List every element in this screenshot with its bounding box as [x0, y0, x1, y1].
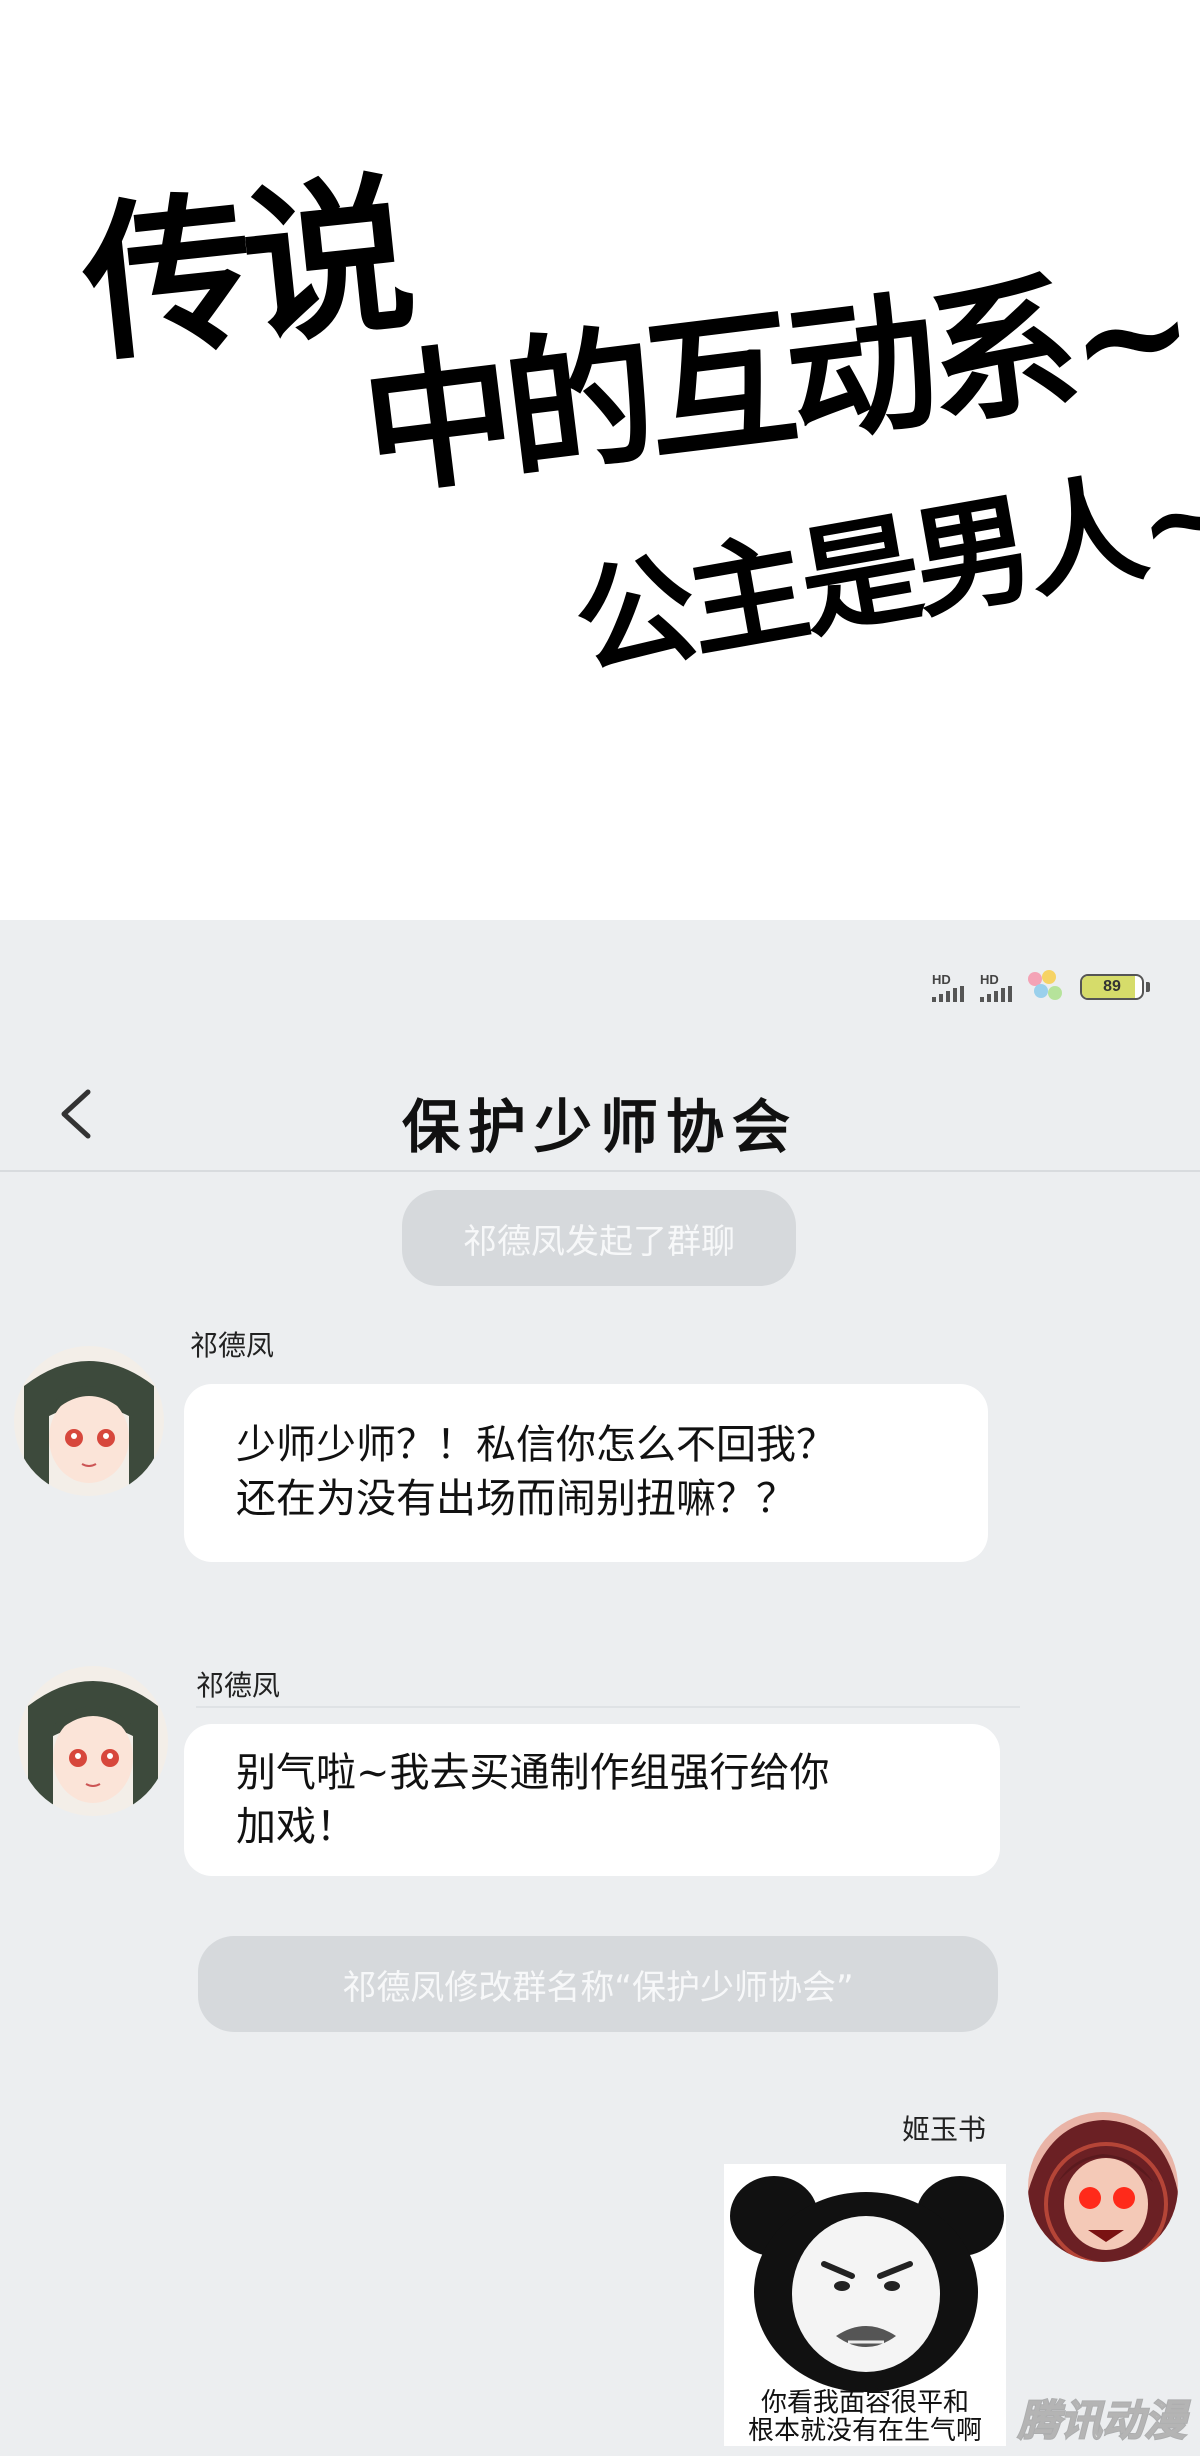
sender-name: 祁德凤: [190, 1329, 275, 1362]
battery-cap: [1146, 982, 1150, 992]
system-message-created: 祁德凤发起了群聊: [402, 1190, 796, 1286]
sticker-image[interactable]: 你看我面容很平和 根本就没有在生气啊: [724, 2164, 1006, 2446]
divider: [196, 1706, 1020, 1708]
avatar-qidefeng[interactable]: [14, 1346, 164, 1496]
chat-screen: HD HD 89 保护少师协会 祁德凤发起了群聊 祁德凤 少师少师？！私信你怎么…: [0, 920, 1200, 2456]
message-text: 还在为没有出场而闹别扭嘛？？: [236, 1476, 796, 1522]
hd-label: HD: [980, 971, 999, 987]
message-text: 别气啦~我去买通制作组强行给你: [236, 1750, 830, 1796]
system-message-rename: 祁德凤修改群名称“保护少师协会”: [198, 1936, 998, 2032]
flower-icon: [1028, 970, 1064, 1004]
hd-label: HD: [932, 971, 951, 987]
signal-bars-icon: [980, 985, 1012, 1002]
publisher-watermark: 腾讯动漫: [1017, 2395, 1187, 2446]
chat-nav-bar: 保护少师协会: [0, 1060, 1200, 1172]
chat-title: 保护少师协会: [401, 1093, 798, 1161]
battery-icon: 89: [1080, 974, 1144, 1000]
sticker-caption: 你看我面容很平和: [760, 2388, 969, 2418]
sender-name: 姬玉书: [902, 2113, 987, 2146]
sender-name: 祁德凤: [196, 1669, 281, 1702]
panda-face-sticker: [724, 2164, 1006, 2394]
battery-percent: 89: [1103, 978, 1121, 995]
message-bubble[interactable]: 别气啦~我去买通制作组强行给你 加戏！: [184, 1724, 1000, 1876]
message-bubble[interactable]: 少师少师？！私信你怎么不回我？ 还在为没有出场而闹别扭嘛？？: [184, 1384, 988, 1562]
status-bar: HD HD 89: [932, 970, 1150, 1004]
avatar-qidefeng[interactable]: [18, 1666, 168, 1816]
signal-bars-icon: [932, 985, 964, 1002]
avatar-jiyushu[interactable]: [1028, 2112, 1178, 2262]
signal-indicator-2: HD: [980, 973, 1012, 1002]
sticker-caption: 根本就没有在生气啊: [747, 2416, 982, 2446]
message-text: 加戏！: [236, 1804, 356, 1850]
signal-indicator-1: HD: [932, 973, 964, 1002]
comic-title-art: 传说 中的互动系~ 公主是男人~~: [0, 0, 1200, 920]
message-text: 少师少师？！私信你怎么不回我？: [236, 1422, 836, 1468]
